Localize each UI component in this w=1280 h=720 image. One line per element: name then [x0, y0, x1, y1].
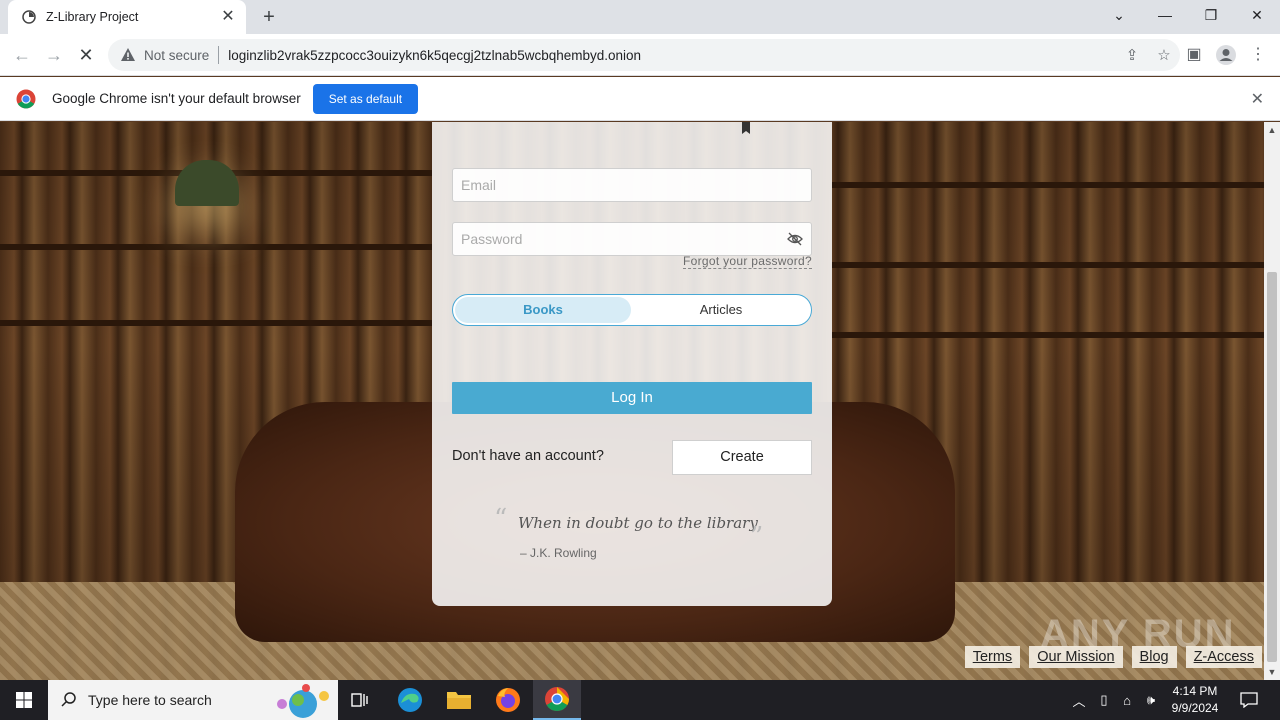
- footer-link-zaccess[interactable]: Z-Access: [1185, 646, 1262, 668]
- shelf-decor: [832, 332, 1264, 338]
- profile-avatar-icon[interactable]: [1214, 43, 1238, 67]
- search-placeholder: Type here to search: [88, 692, 212, 708]
- default-browser-infobar: Google Chrome isn't your default browser…: [0, 77, 1280, 121]
- tab-title: Z-Library Project: [46, 10, 139, 24]
- windows-taskbar: Type here to search ︿ ▯ ⌂ 🕪 4:14 PM 9/9/…: [0, 680, 1280, 720]
- close-window-icon[interactable]: ✕: [1234, 0, 1280, 30]
- toggle-books[interactable]: Books: [455, 297, 631, 323]
- share-icon[interactable]: ⇪: [1116, 46, 1148, 64]
- chrome-icon: [545, 687, 569, 712]
- hide-password-icon[interactable]: [787, 231, 803, 247]
- scroll-up-icon[interactable]: ▲: [1264, 122, 1280, 138]
- footer-link-terms[interactable]: Terms: [964, 646, 1021, 668]
- footer-links: Terms Our Mission Blog Z-Access: [964, 646, 1262, 668]
- toggle-articles[interactable]: Articles: [633, 297, 809, 323]
- forgot-password-link[interactable]: Forgot your password?: [682, 254, 812, 269]
- page-background: Email Password Forgot your password? Boo…: [0, 122, 1264, 680]
- task-view-button[interactable]: [336, 680, 384, 720]
- footer-link-mission[interactable]: Our Mission: [1029, 646, 1123, 668]
- forward-icon[interactable]: →: [42, 43, 66, 67]
- not-secure-label[interactable]: Not secure: [144, 48, 209, 63]
- search-highlight-icon: [277, 684, 329, 718]
- favicon-icon: [22, 10, 36, 24]
- lamp-decor: [175, 160, 239, 206]
- back-icon[interactable]: ←: [10, 43, 34, 67]
- network-icon[interactable]: ⌂: [1116, 680, 1138, 720]
- no-account-label: Don't have an account?: [452, 448, 604, 464]
- tray-device-icon[interactable]: ▯: [1093, 680, 1115, 720]
- firefox-app[interactable]: [484, 680, 532, 720]
- task-view-icon: [351, 693, 368, 707]
- search-type-toggle: Books Articles: [452, 294, 812, 326]
- infobar-close-icon[interactable]: ✕: [1251, 89, 1264, 109]
- quote-text: When in doubt go to the library: [518, 514, 758, 532]
- windows-logo-icon: [16, 692, 32, 708]
- clock-date: 9/9/2024: [1171, 701, 1219, 715]
- login-card: Email Password Forgot your password? Boo…: [432, 122, 832, 606]
- shelf-decor: [0, 244, 432, 250]
- create-account-button[interactable]: Create: [672, 440, 812, 475]
- stop-loading-icon[interactable]: ✕: [74, 43, 98, 67]
- firefox-icon: [496, 688, 520, 712]
- menu-kebab-icon[interactable]: ⋮: [1246, 43, 1270, 67]
- taskbar-clock[interactable]: 4:14 PM 9/9/2024: [1160, 683, 1230, 717]
- url-text[interactable]: loginzlib2vrak5zzpcocc3ouizykn6k5qecgj2t…: [228, 48, 1116, 63]
- search-icon: [61, 692, 76, 707]
- edge-icon: [398, 688, 422, 712]
- page-scrollbar[interactable]: ▲ ▼: [1264, 122, 1280, 680]
- shelf-decor: [0, 320, 432, 326]
- browser-toolbar: ← → ✕ Not secure loginzlib2vrak5zzpcocc3…: [0, 34, 1280, 76]
- taskbar-search[interactable]: Type here to search: [48, 680, 338, 720]
- infobar-message: Google Chrome isn't your default browser: [52, 91, 301, 106]
- scrollbar-thumb[interactable]: [1267, 272, 1277, 662]
- restore-icon[interactable]: ❐: [1188, 0, 1234, 30]
- quote-close-icon: ”: [750, 522, 764, 552]
- scroll-down-icon[interactable]: ▼: [1264, 664, 1280, 680]
- password-placeholder: Password: [461, 231, 523, 247]
- tab-search-icon[interactable]: ⌄: [1096, 0, 1142, 30]
- shelf-decor: [832, 182, 1264, 188]
- footer-link-blog[interactable]: Blog: [1131, 646, 1177, 668]
- file-explorer-app[interactable]: [435, 680, 483, 720]
- side-panel-icon[interactable]: ▣: [1182, 43, 1206, 67]
- folder-icon: [447, 692, 471, 709]
- login-button[interactable]: Log In: [452, 382, 812, 414]
- password-field[interactable]: Password: [452, 222, 812, 256]
- clock-time: 4:14 PM: [1172, 684, 1218, 698]
- shelf-decor: [832, 262, 1264, 268]
- address-bar[interactable]: Not secure loginzlib2vrak5zzpcocc3ouizyk…: [108, 39, 1180, 71]
- bookmark-star-icon[interactable]: ☆: [1148, 46, 1180, 64]
- tab-strip: Z-Library Project ✕ + ⌄ — ❐ ✕: [0, 0, 1280, 34]
- warning-icon: [121, 48, 135, 61]
- bookmark-icon: [742, 122, 750, 134]
- chrome-app[interactable]: [533, 680, 581, 720]
- email-field[interactable]: Email: [452, 168, 812, 202]
- quote-author: – J.K. Rowling: [520, 546, 597, 560]
- new-tab-button[interactable]: +: [258, 6, 280, 28]
- set-as-default-button[interactable]: Set as default: [312, 83, 419, 114]
- minimize-icon[interactable]: —: [1142, 0, 1188, 30]
- edge-app[interactable]: [386, 680, 434, 720]
- quote-open-icon: “: [494, 504, 508, 534]
- tab-close-icon[interactable]: ✕: [220, 9, 236, 25]
- start-button[interactable]: [0, 680, 48, 720]
- browser-tab[interactable]: Z-Library Project ✕: [8, 0, 246, 34]
- volume-icon[interactable]: 🕪: [1140, 680, 1162, 720]
- chrome-logo-icon: [16, 89, 36, 108]
- notifications-icon[interactable]: [1234, 680, 1264, 720]
- omnibox-divider: [218, 46, 220, 64]
- tray-overflow-icon[interactable]: ︿: [1068, 680, 1090, 720]
